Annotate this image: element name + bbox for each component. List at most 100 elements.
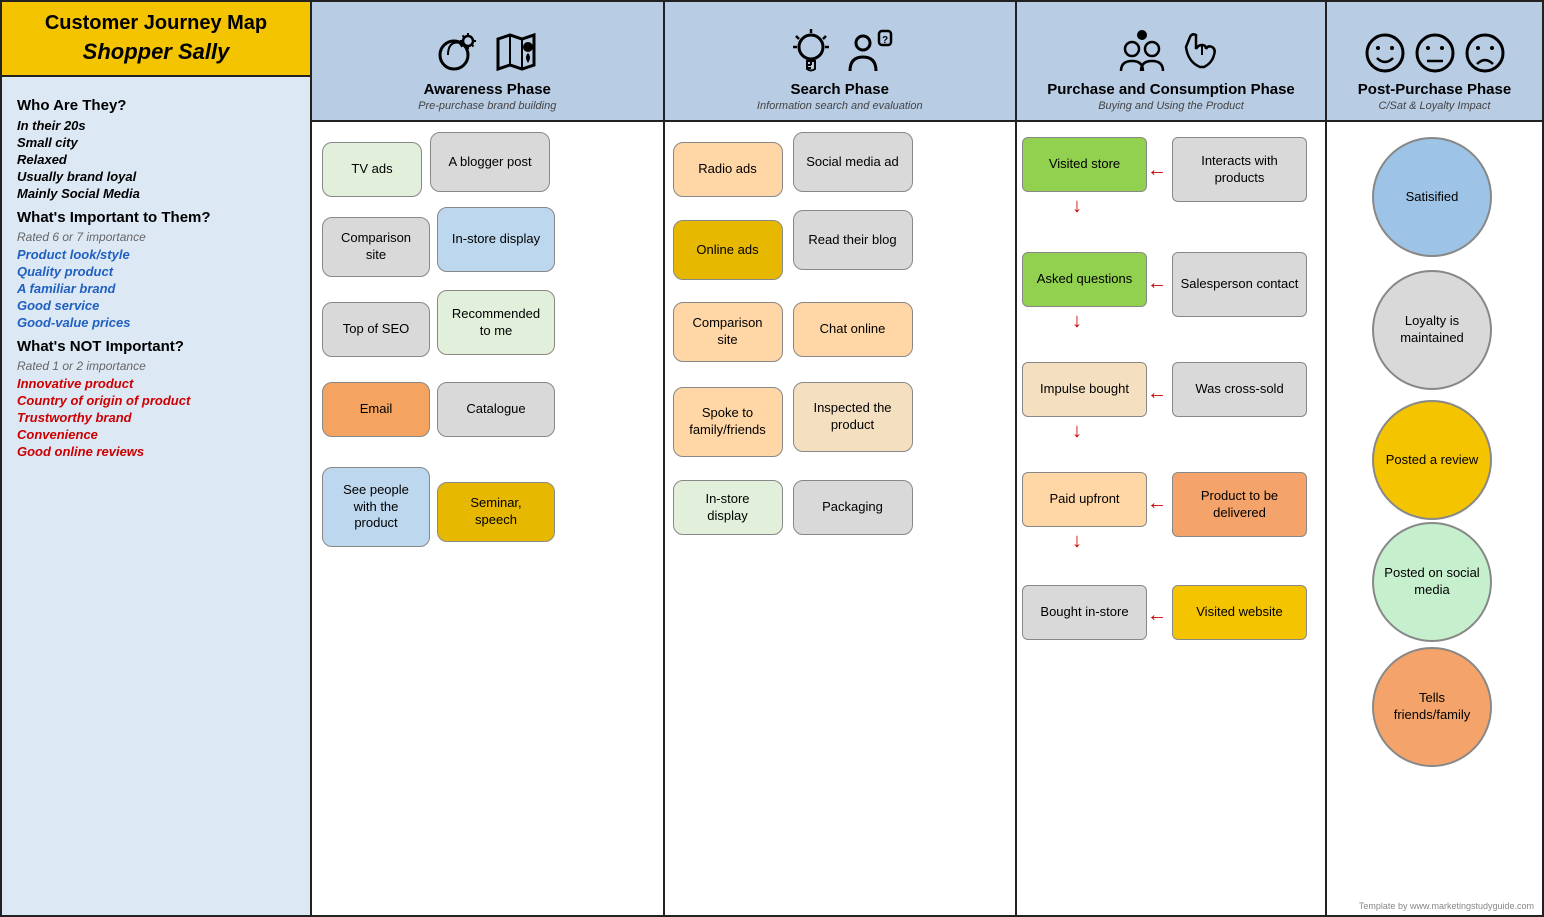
card-chat-online: Chat online bbox=[793, 302, 913, 357]
hand-wave-icon bbox=[1176, 27, 1224, 75]
not-important-item-1: Innovative product bbox=[17, 376, 295, 391]
card-tv-ads: TV ads bbox=[322, 142, 422, 197]
left-content: Who Are They? In their 20s Small city Re… bbox=[2, 77, 310, 915]
frowny-icon bbox=[1463, 31, 1507, 75]
awareness-header: Awareness Phase Pre-purchase brand build… bbox=[312, 2, 663, 122]
arrow-2: ← bbox=[1147, 272, 1167, 295]
sq-product-delivered: Product to be delivered bbox=[1172, 472, 1307, 537]
purchase-body: Visited store Asked questions Impulse bo… bbox=[1017, 122, 1325, 915]
card-online-ads: Online ads bbox=[673, 220, 783, 280]
post-icons bbox=[1363, 31, 1507, 75]
watermark: Template by www.marketingstudyguide.com bbox=[1359, 901, 1534, 911]
awareness-body: TV ads A blogger post Comparison site In… bbox=[312, 122, 663, 915]
important-title: What's Important to Them? bbox=[17, 209, 295, 226]
not-important-title: What's NOT Important? bbox=[17, 338, 295, 355]
not-important-item-5: Good online reviews bbox=[17, 444, 295, 459]
post-subtitle: C/Sat & Loyalty Impact bbox=[1379, 100, 1491, 112]
arrow-4: ← bbox=[1147, 492, 1167, 515]
who-item-5: Mainly Social Media bbox=[17, 186, 295, 201]
svg-text:?: ? bbox=[882, 35, 888, 46]
neutral-icon bbox=[1413, 31, 1457, 75]
post-purchase-col: Post-Purchase Phase C/Sat & Loyalty Impa… bbox=[1327, 2, 1542, 915]
lightbulb-icon bbox=[787, 27, 835, 75]
question-people-icon: ? bbox=[845, 27, 893, 75]
awareness-icons bbox=[434, 27, 540, 75]
arrow-1: ← bbox=[1147, 159, 1167, 182]
purchase-title: Purchase and Consumption Phase bbox=[1047, 81, 1295, 98]
who-item-3: Relaxed bbox=[17, 152, 295, 167]
card-seminar: Seminar, speech bbox=[437, 482, 555, 542]
important-item-4: Good service bbox=[17, 298, 295, 313]
card-recommended: Recommended to me bbox=[437, 290, 555, 355]
card-comparison-site-1: Comparison site bbox=[322, 217, 430, 277]
who-item-2: Small city bbox=[17, 135, 295, 150]
card-spoke-family: Spoke to family/friends bbox=[673, 387, 783, 457]
important-item-1: Product look/style bbox=[17, 247, 295, 262]
card-social-media-ad: Social media ad bbox=[793, 132, 913, 192]
search-body: Radio ads Social media ad Online ads Rea… bbox=[665, 122, 1016, 915]
awareness-subtitle: Pre-purchase brand building bbox=[418, 100, 556, 112]
important-item-3: A familiar brand bbox=[17, 281, 295, 296]
card-packaging: Packaging bbox=[793, 480, 913, 535]
card-read-blog: Read their blog bbox=[793, 210, 913, 270]
search-subtitle: Information search and evaluation bbox=[757, 100, 923, 112]
smiley-icon bbox=[1363, 31, 1407, 75]
arrow-5: ← bbox=[1147, 604, 1167, 627]
awareness-phase-col: Awareness Phase Pre-purchase brand build… bbox=[312, 2, 665, 915]
card-top-seo: Top of SEO bbox=[322, 302, 430, 357]
purchase-icons bbox=[1118, 27, 1224, 75]
sq-asked-questions: Asked questions bbox=[1022, 252, 1147, 307]
card-blogger-post: A blogger post bbox=[430, 132, 550, 192]
arrow-down-4: ↓ bbox=[1072, 530, 1082, 553]
circle-social: Posted on social media bbox=[1372, 522, 1492, 642]
sq-visited-store: Visited store bbox=[1022, 137, 1147, 192]
not-important-item-4: Convenience bbox=[17, 427, 295, 442]
purchase-phase-col: Purchase and Consumption Phase Buying an… bbox=[1017, 2, 1327, 915]
who-item-1: In their 20s bbox=[17, 118, 295, 133]
head-gears-icon bbox=[434, 27, 482, 75]
main-container: Customer Journey Map Shopper Sally Who A… bbox=[0, 0, 1544, 917]
map-icon bbox=[492, 27, 540, 75]
important-sub: Rated 6 or 7 importance bbox=[17, 230, 295, 244]
post-title: Post-Purchase Phase bbox=[1358, 81, 1511, 98]
search-phase-col: ? Search Phase Information search and ev… bbox=[665, 2, 1018, 915]
arrow-3: ← bbox=[1147, 382, 1167, 405]
circle-satisfied: Satisified bbox=[1372, 137, 1492, 257]
group-lightbulb-icon bbox=[1118, 27, 1166, 75]
important-item-5: Good-value prices bbox=[17, 315, 295, 330]
arrow-down-2: ↓ bbox=[1072, 310, 1082, 333]
sq-impulse-bought: Impulse bought bbox=[1022, 362, 1147, 417]
search-header: ? Search Phase Information search and ev… bbox=[665, 2, 1016, 122]
purchase-header: Purchase and Consumption Phase Buying an… bbox=[1017, 2, 1325, 122]
card-catalogue: Catalogue bbox=[437, 382, 555, 437]
awareness-title: Awareness Phase bbox=[424, 81, 551, 98]
left-panel: Customer Journey Map Shopper Sally Who A… bbox=[2, 2, 312, 915]
purchase-subtitle: Buying and Using the Product bbox=[1098, 100, 1244, 112]
card-see-people: See people with the product bbox=[322, 467, 430, 547]
sq-was-cross-sold: Was cross-sold bbox=[1172, 362, 1307, 417]
who-item-4: Usually brand loyal bbox=[17, 169, 295, 184]
card-email: Email bbox=[322, 382, 430, 437]
sq-paid-upfront: Paid upfront bbox=[1022, 472, 1147, 527]
sq-bought-instore: Bought in-store bbox=[1022, 585, 1147, 640]
important-item-2: Quality product bbox=[17, 264, 295, 279]
not-important-item-3: Trustworthy brand bbox=[17, 410, 295, 425]
circle-loyalty: Loyalty is maintained bbox=[1372, 270, 1492, 390]
not-important-sub: Rated 1 or 2 importance bbox=[17, 359, 295, 373]
search-title: Search Phase bbox=[791, 81, 889, 98]
sq-salesperson-contact: Salesperson contact bbox=[1172, 252, 1307, 317]
sq-visited-website: Visited website bbox=[1172, 585, 1307, 640]
card-instore-display-2: In-store display bbox=[673, 480, 783, 535]
card-instore-display-1: In-store display bbox=[437, 207, 555, 272]
post-body: Satisified Loyalty is maintained Posted … bbox=[1327, 122, 1542, 915]
circle-friends: Tells friends/family bbox=[1372, 647, 1492, 767]
header-subtitle: Shopper Sally bbox=[17, 39, 295, 65]
arrow-down-1: ↓ bbox=[1072, 195, 1082, 218]
card-inspected: Inspected the product bbox=[793, 382, 913, 452]
card-comparison-site-2: Comparison site bbox=[673, 302, 783, 362]
left-header: Customer Journey Map Shopper Sally bbox=[2, 2, 310, 77]
card-radio-ads: Radio ads bbox=[673, 142, 783, 197]
circle-review: Posted a review bbox=[1372, 400, 1492, 520]
not-important-item-2: Country of origin of product bbox=[17, 393, 295, 408]
header-title: Customer Journey Map bbox=[17, 12, 295, 35]
